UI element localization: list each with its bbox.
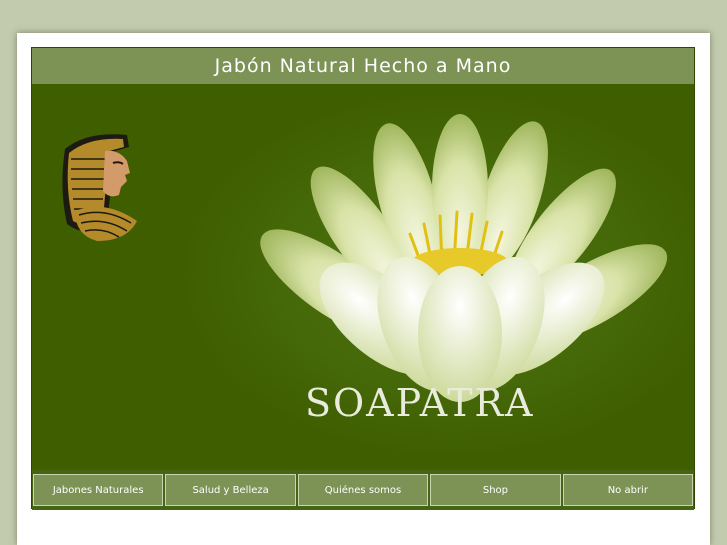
site-title: Jabón Natural Hecho a Mano bbox=[214, 55, 512, 77]
brand-name: SOAPATRA bbox=[305, 381, 535, 425]
nav-shop[interactable]: Shop bbox=[430, 474, 561, 506]
page-container: Jabón Natural Hecho a Mano SOAPATRA Jabo… bbox=[17, 33, 710, 545]
site-title-bar: Jabón Natural Hecho a Mano bbox=[32, 48, 694, 84]
site-frame: Jabón Natural Hecho a Mano SOAPATRA Jabo… bbox=[31, 47, 695, 510]
nav-salud-y-belleza[interactable]: Salud y Belleza bbox=[165, 474, 296, 506]
cleopatra-portrait-icon bbox=[62, 134, 137, 241]
nav-jabones-naturales[interactable]: Jabones Naturales bbox=[33, 474, 164, 506]
nav-no-abrir[interactable]: No abrir bbox=[562, 474, 694, 506]
hero-banner: SOAPATRA bbox=[32, 84, 694, 470]
nav-quienes-somos[interactable]: Quiénes somos bbox=[297, 474, 429, 506]
main-navigation: Jabones Naturales Salud y Belleza Quiéne… bbox=[32, 470, 694, 510]
